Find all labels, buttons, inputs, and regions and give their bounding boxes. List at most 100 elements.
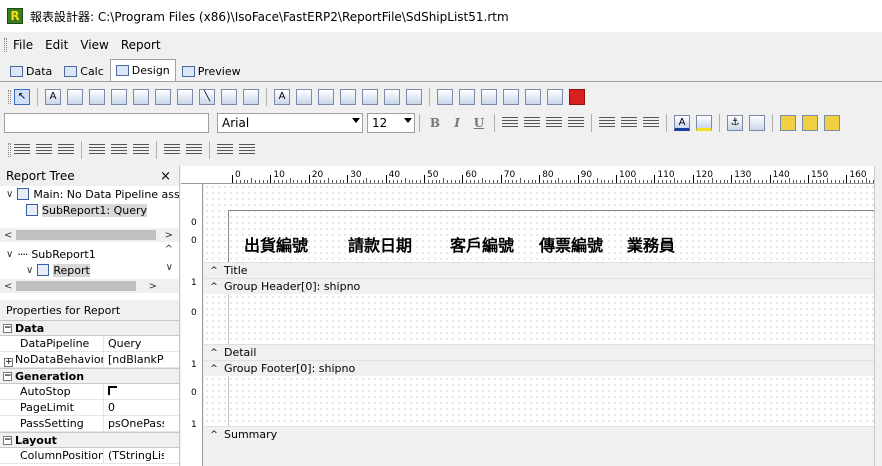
scroll-left-icon[interactable]: < [4, 230, 12, 241]
space-vertical-icon[interactable] [186, 144, 202, 156]
chart-icon[interactable] [481, 89, 497, 105]
shape-icon[interactable] [177, 89, 193, 105]
collapse-icon[interactable]: − [3, 323, 12, 333]
prop-group-layout[interactable]: − Layout [0, 432, 179, 448]
prop-row[interactable]: +NoDataBehaviors[ndBlankPag [0, 351, 179, 368]
prop-value[interactable]: (TStringList) [104, 449, 164, 462]
subreport-icon[interactable] [459, 89, 475, 105]
barcode-icon[interactable] [221, 89, 237, 105]
band-group-footer-bar[interactable]: ^ Group Footer[0]: shipno [204, 360, 874, 376]
band-title-bar[interactable]: ^ Title [204, 262, 874, 278]
scrollbar-thumb[interactable] [16, 230, 156, 240]
component-name-field[interactable] [4, 113, 209, 133]
band-group-header-bar[interactable]: ^ Group Header[0]: shipno [204, 278, 874, 294]
chevron-down-icon[interactable]: ∨ [26, 265, 33, 276]
band-summary-bar[interactable]: ^ Summary [204, 426, 874, 442]
tree-item-subreport1-query[interactable]: SubReport1: Query [0, 202, 179, 218]
header-label[interactable]: 業務員 [627, 232, 675, 256]
db-calc-icon[interactable] [340, 89, 356, 105]
prop-row[interactable]: PassSetting psOnePass [0, 415, 179, 432]
db-memo-icon[interactable] [296, 89, 312, 105]
send-to-back-icon[interactable] [802, 115, 818, 131]
prop-value[interactable]: Query [104, 337, 164, 350]
prop-row[interactable]: PageLimit 0 [0, 399, 179, 416]
collapse-icon[interactable]: − [3, 435, 12, 445]
paint-box-icon[interactable] [503, 89, 519, 105]
align-middle-icon[interactable] [621, 117, 637, 129]
align-tops-icon[interactable] [89, 144, 105, 156]
scroll-right-icon[interactable]: > [149, 281, 157, 292]
tab-calc[interactable]: Calc [58, 61, 110, 81]
chevron-down-icon[interactable]: ∨ [6, 249, 13, 260]
prop-row[interactable]: AutoStop [0, 383, 179, 400]
anchor-icon[interactable]: ⚓ [727, 115, 743, 131]
prop-value[interactable]: 0 [104, 401, 164, 414]
font-size-select[interactable]: 12 [367, 113, 415, 133]
align-top-icon[interactable] [599, 117, 615, 129]
center-vertical-icon[interactable] [239, 144, 255, 156]
menu-report[interactable]: Report [115, 35, 167, 55]
tab-data[interactable]: Data [4, 61, 58, 81]
band-title-area[interactable]: 出貨編號 請款日期 客戶編號 傳票編號 業務員 [204, 184, 874, 262]
chevron-down-icon[interactable]: ∨ [6, 189, 13, 200]
tree-item-subreport1[interactable]: ∨ ···· SubReport1 [0, 246, 179, 262]
toolbar-grip[interactable] [8, 90, 11, 104]
align-bottom-icon[interactable] [643, 117, 659, 129]
memo-icon[interactable] [67, 89, 83, 105]
line-icon[interactable]: ╲ [199, 89, 215, 105]
pdf-icon[interactable] [569, 89, 585, 105]
prop-value[interactable]: psOnePass [104, 417, 164, 430]
tree-item-main[interactable]: ∨ Main: No Data Pipeline assig [0, 186, 179, 202]
center-horizontal-icon[interactable] [217, 144, 233, 156]
align-bottoms-icon[interactable] [133, 144, 149, 156]
map-icon[interactable] [547, 89, 563, 105]
label-icon[interactable]: A [45, 89, 61, 105]
align-vcenters-icon[interactable] [111, 144, 127, 156]
prop-row[interactable]: ColumnPositions(TStringList) [0, 447, 179, 464]
select-pointer-icon[interactable]: ↖ [14, 89, 30, 105]
italic-button[interactable]: I [448, 114, 466, 132]
toolbar-grip[interactable] [8, 143, 11, 157]
prop-group-generation[interactable]: − Generation [0, 368, 179, 384]
crosstab-icon[interactable] [525, 89, 541, 105]
menu-view[interactable]: View [74, 35, 114, 55]
region-icon[interactable] [437, 89, 453, 105]
db-text-icon[interactable]: A [274, 89, 290, 105]
scrollbar-thumb[interactable] [16, 281, 136, 291]
align-centers-icon[interactable] [36, 144, 52, 156]
system-variable-icon[interactable] [111, 89, 127, 105]
horizontal-scrollbar[interactable]: < > [0, 279, 179, 293]
band-detail-bar[interactable]: ^ Detail [204, 344, 874, 360]
space-horizontal-icon[interactable] [164, 144, 180, 156]
band-detail-area[interactable] [204, 294, 874, 344]
prop-row[interactable]: DataPipeline Query [0, 335, 179, 352]
justify-icon[interactable] [568, 117, 584, 129]
header-label[interactable]: 請款日期 [348, 232, 412, 256]
bring-to-front-icon[interactable] [780, 115, 796, 131]
scroll-down-icon[interactable]: ∨ [166, 262, 173, 273]
scroll-up-icon[interactable]: ^ [165, 244, 173, 255]
align-rights-icon[interactable] [58, 144, 74, 156]
font-name-select[interactable]: Arial [217, 113, 363, 133]
horizontal-scrollbar[interactable]: < > [0, 228, 179, 242]
underline-button[interactable]: U [470, 114, 488, 132]
align-left-icon[interactable] [502, 117, 518, 129]
bold-button[interactable]: B [426, 114, 444, 132]
variable-icon[interactable] [133, 89, 149, 105]
border-icon[interactable] [749, 115, 765, 131]
header-label[interactable]: 傳票編號 [539, 232, 603, 256]
tree-item-report[interactable]: ∨ Report [0, 262, 179, 278]
rich-text-icon[interactable] [89, 89, 105, 105]
scroll-left-icon[interactable]: < [4, 281, 12, 292]
prop-group-data[interactable]: − Data [0, 320, 179, 336]
tab-preview[interactable]: Preview [176, 61, 247, 81]
align-center-icon[interactable] [524, 117, 540, 129]
band-footer-area[interactable] [204, 376, 874, 426]
checkbox-icon[interactable] [108, 386, 117, 395]
db-2d-barcode-icon[interactable] [406, 89, 422, 105]
close-icon[interactable]: × [160, 169, 171, 184]
align-right-icon[interactable] [546, 117, 562, 129]
image-icon[interactable] [155, 89, 171, 105]
header-label[interactable]: 客戶編號 [450, 232, 514, 256]
db-rich-text-icon[interactable] [318, 89, 334, 105]
